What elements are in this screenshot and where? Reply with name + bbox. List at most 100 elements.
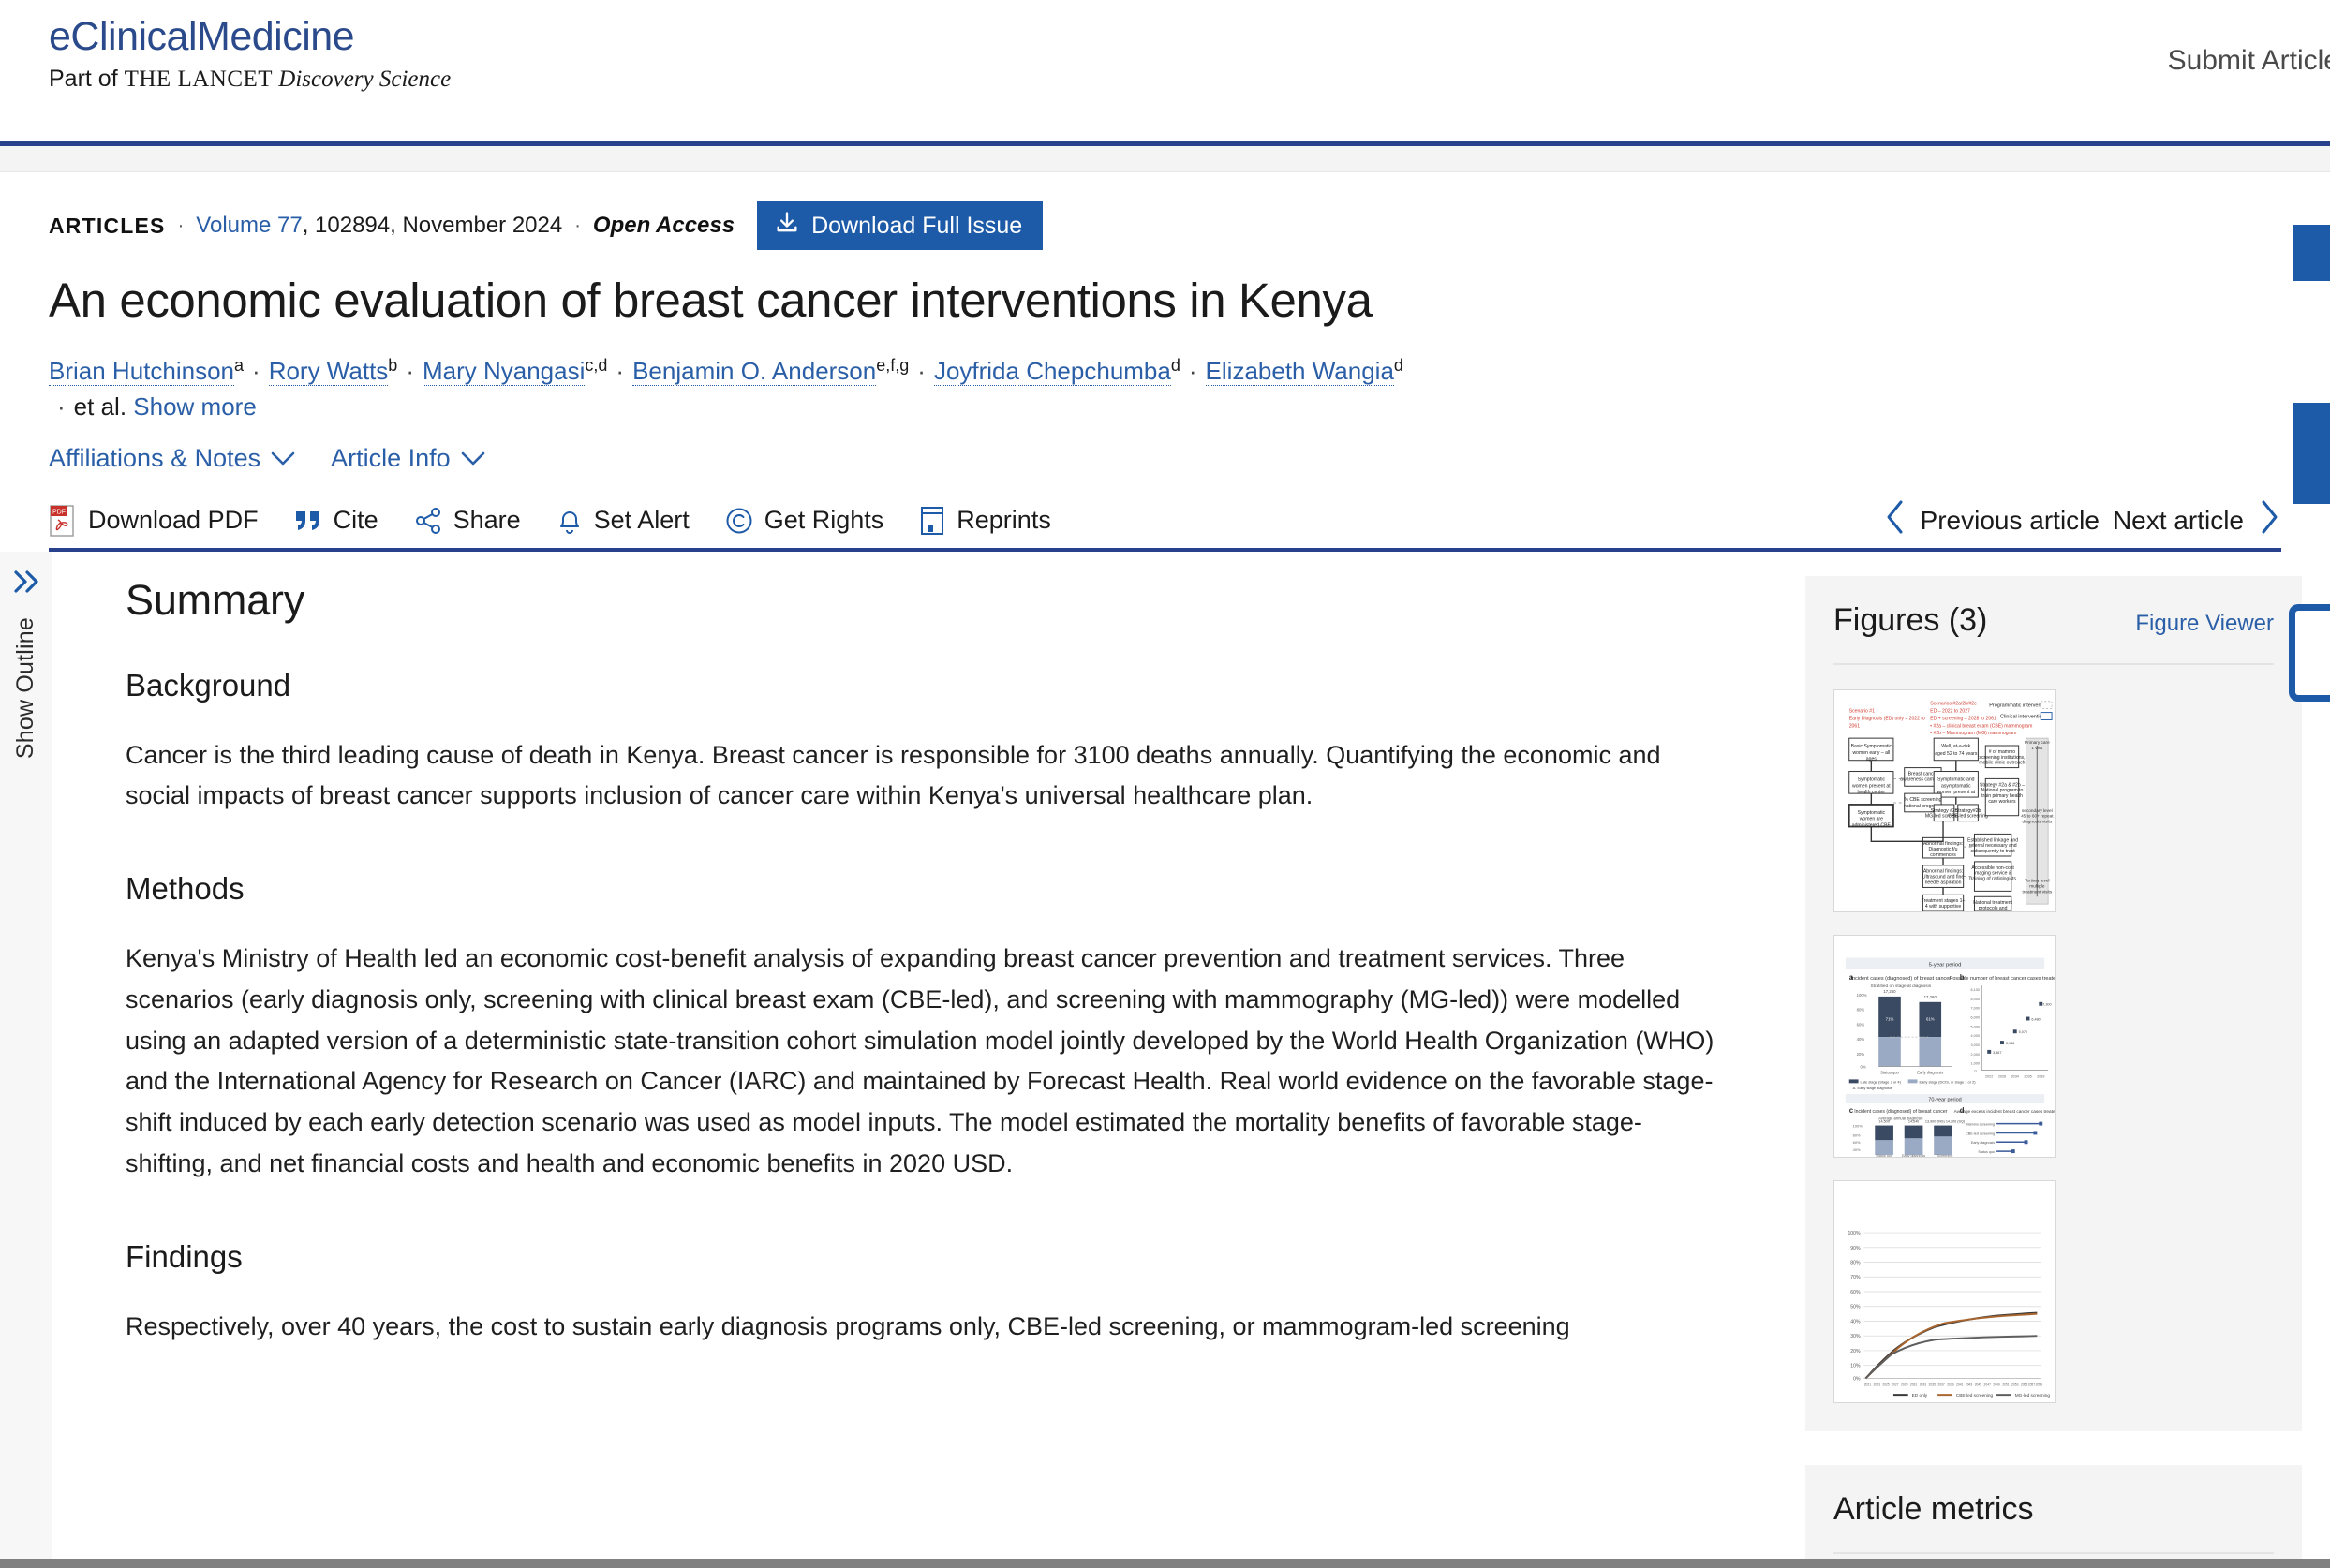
summary-heading: Summary [126, 576, 1749, 625]
article-page: eClinicalMedicine Part of THE LANCET Dis… [0, 0, 2330, 1568]
svg-text:Basic Symptomatic: Basic Symptomatic [1851, 744, 1892, 749]
figures-panel: Figures (3) Figure Viewer Scenario #1 Ea… [1805, 576, 2302, 1431]
et-al-label: et al. [74, 392, 126, 421]
chevron-down-icon [271, 444, 295, 473]
edge-tab-primary[interactable] [2293, 225, 2330, 281]
volume-link[interactable]: Volume 77 [196, 213, 302, 239]
disclosure-row: Affiliations & Notes Article Info [49, 444, 2281, 473]
svg-text:Well, at-a-risk: Well, at-a-risk [1941, 744, 1971, 749]
open-access-badge: Open Access [593, 213, 735, 239]
svg-text:10%: 10% [1850, 1363, 1861, 1368]
journal-brand[interactable]: eClinicalMedicine Part of THE LANCET Dis… [49, 15, 451, 94]
author-link-5[interactable]: Elizabeth Wangia [1206, 357, 1394, 386]
svg-text:2021: 2021 [1864, 1383, 1872, 1386]
site-masthead: eClinicalMedicine Part of THE LANCET Dis… [0, 0, 2330, 146]
svg-text:17,260: 17,260 [1924, 995, 1937, 999]
svg-text:subsequently to tract: subsequently to tract [1971, 849, 2016, 854]
submit-article-link[interactable]: Submit Article [2168, 45, 2330, 77]
share-button[interactable]: Share [414, 506, 521, 535]
show-more-authors-link[interactable]: Show more [133, 392, 257, 422]
previous-article-link[interactable]: Previous article [1921, 506, 2100, 536]
svg-text:Status quo: Status quo [1880, 1070, 1899, 1074]
svg-text:2047: 2047 [1984, 1383, 1992, 1386]
chevron-left-icon[interactable] [1883, 498, 1907, 542]
pdf-icon: PDF [49, 505, 77, 537]
svg-text:Status quo: Status quo [1876, 1154, 1892, 1157]
svg-text:14,500: 14,500 [1878, 1119, 1889, 1123]
svg-text:80%: 80% [1850, 1260, 1861, 1265]
author-sep-2: · [616, 357, 624, 385]
horizontal-scrollbar[interactable] [0, 1559, 2330, 1568]
affiliations-notes-toggle[interactable]: Affiliations & Notes [49, 444, 295, 473]
svg-text:care workers: care workers [1988, 799, 2016, 805]
svg-text:2053: 2053 [2011, 1383, 2019, 1386]
svg-text:2034: 2034 [2011, 1074, 2019, 1078]
svg-text:71%: 71% [1886, 1016, 1894, 1021]
svg-text:6,480: 6,480 [2031, 1017, 2040, 1021]
author-affiliation-5: d [1394, 356, 1403, 375]
chevron-down-icon [461, 444, 485, 473]
article-pagination: Previous article Next article [1883, 498, 2281, 542]
author-sep-5: · [57, 392, 66, 421]
svg-text:2061: 2061 [1849, 723, 1861, 729]
svg-text:80%: 80% [1853, 1132, 1861, 1137]
cite-button[interactable]: Cite [294, 506, 378, 535]
svg-text:1 visit: 1 visit [2031, 746, 2043, 751]
summary-section: Summary Background Cancer is the third l… [52, 552, 1805, 1568]
figures-panel-header: Figures (3) Figure Viewer [1833, 602, 2274, 665]
figure-thumbnail-3[interactable]: 100%90%80% 70%60%50% 40%30%20% 10%0% 202… [1833, 1180, 2056, 1403]
discovery-science-label: Discovery Science [273, 67, 451, 92]
author-link-1[interactable]: Rory Watts [269, 357, 389, 386]
edge-tab-outlined[interactable] [2289, 604, 2330, 702]
author-link-4[interactable]: Joyfrida Chepchumba [934, 357, 1171, 386]
svg-text:45 to 60+ repeat: 45 to 60+ repeat [2021, 813, 2054, 819]
share-label: Share [453, 506, 521, 535]
svg-text:multiple: multiple [2029, 883, 2045, 889]
background-heading: Background [126, 668, 1749, 703]
article-type-kicker: ARTICLES [49, 214, 166, 239]
lancet-label: THE LANCET [125, 67, 273, 92]
set-alert-button[interactable]: Set Alert [557, 506, 690, 536]
copyright-icon [725, 507, 753, 535]
svg-text:women early – all: women early – all [1852, 750, 1890, 756]
svg-text:2041: 2041 [1956, 1383, 1964, 1386]
svg-text:Screening: Screening [1937, 1154, 1953, 1157]
journal-subtitle: Part of THE LANCET Discovery Science [49, 65, 451, 94]
svg-text:3,938: 3,938 [2006, 1042, 2014, 1045]
figure-thumbnail-1[interactable]: Scenario #1 Early Diagnosis (ED) only – … [1833, 689, 2056, 912]
author-link-0[interactable]: Brian Hutchinson [49, 357, 234, 386]
show-outline-rail[interactable]: Show Outline [0, 552, 52, 1568]
svg-text:PDF: PDF [52, 509, 66, 515]
author-link-3[interactable]: Benjamin O. Anderson [632, 357, 876, 386]
svg-text:30%: 30% [1850, 1334, 1861, 1339]
svg-text:61%: 61% [1926, 1016, 1935, 1021]
svg-text:Scenarios #2a/2b/#2c: Scenarios #2a/2b/#2c [1930, 701, 1977, 706]
svg-text:Early stage (DCIS, or stage 1: Early stage (DCIS, or stage 1 or 2) [1919, 1079, 1976, 1084]
article-info-toggle[interactable]: Article Info [331, 444, 485, 473]
reprints-label: Reprints [957, 506, 1051, 535]
edge-tab-secondary[interactable] [2293, 403, 2330, 504]
svg-text:Incident cases (diagnosed) of: Incident cases (diagnosed) of breast can… [1854, 1108, 1947, 1114]
reprints-button[interactable]: Reprints [919, 506, 1051, 536]
chevron-right-icon[interactable] [2257, 498, 2281, 542]
svg-text:Stratified on stage at diagnos: Stratified on stage at diagnosis [1871, 984, 1932, 989]
get-rights-button[interactable]: Get Rights [725, 506, 884, 535]
svg-text:0%: 0% [1861, 1064, 1866, 1069]
background-paragraph: Cancer is the third leading cause of dea… [126, 735, 1728, 817]
svg-text:2037: 2037 [1937, 1383, 1945, 1386]
author-link-2[interactable]: Mary Nyangasi [423, 357, 585, 386]
download-full-issue-button[interactable]: Download Full Issue [757, 201, 1043, 250]
download-pdf-button[interactable]: PDF Download PDF [49, 505, 259, 537]
svg-text:secondary level: secondary level [2022, 807, 2053, 813]
figure-thumbnail-2[interactable]: 5-year period a Incident cases (diagnose… [1833, 935, 2056, 1158]
bell-icon [557, 506, 583, 536]
article-body: Show Outline Summary Background Cancer i… [0, 552, 2330, 1568]
figure-viewer-link[interactable]: Figure Viewer [2135, 611, 2274, 637]
next-article-link[interactable]: Next article [2113, 506, 2244, 536]
svg-text:5,070: 5,070 [2019, 1030, 2027, 1034]
svg-text:3,467: 3,467 [1993, 1051, 2001, 1055]
svg-text:2049: 2049 [1993, 1383, 2000, 1386]
svg-text:Status quo: Status quo [1978, 1150, 1995, 1154]
svg-text:2023: 2023 [1874, 1383, 1881, 1386]
page-title: An economic evaluation of breast cancer … [49, 274, 2281, 329]
